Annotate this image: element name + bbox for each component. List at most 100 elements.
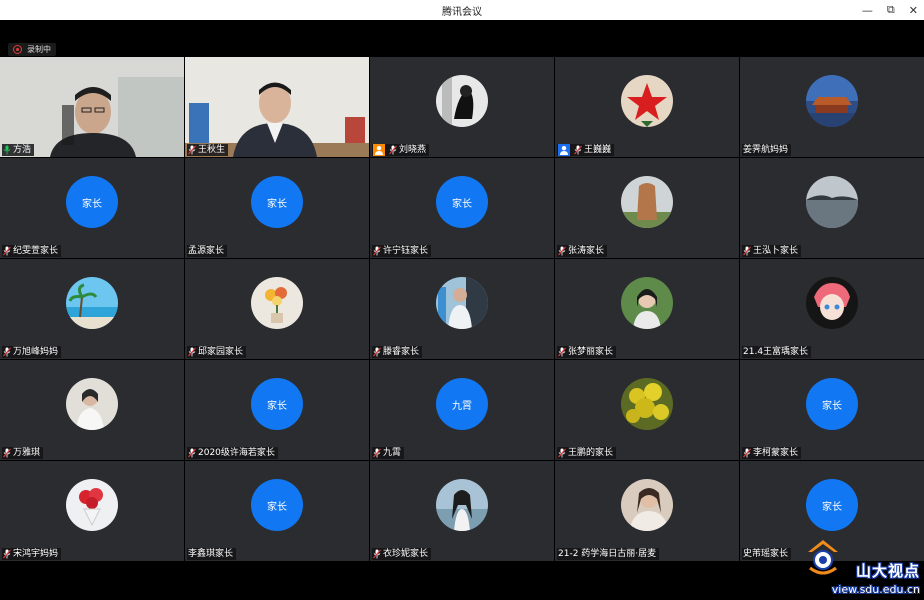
mic-muted-icon bbox=[373, 448, 381, 458]
participant-nameplate: 2020级许海若家长 bbox=[187, 447, 278, 459]
participant-name: 史芾瑶家长 bbox=[743, 549, 789, 559]
avatar bbox=[251, 277, 303, 329]
participant-nameplate: 21.4王富瑀家长 bbox=[742, 346, 812, 358]
mic-muted-icon bbox=[389, 145, 397, 155]
window-controls: — ⧉ ✕ bbox=[862, 0, 918, 20]
mic-muted-icon bbox=[373, 246, 381, 256]
mic-muted-icon bbox=[3, 347, 11, 357]
participant-nameplate: 滕睿家长 bbox=[372, 346, 423, 358]
participant-name: 2020级许海若家长 bbox=[198, 448, 275, 458]
mic-muted-icon bbox=[3, 246, 11, 256]
participant-tile[interactable]: 家长 孟源家长 bbox=[185, 158, 369, 258]
participant-tile[interactable]: 万雅琪 bbox=[0, 360, 184, 460]
participant-nameplate: 姜霁航妈妈 bbox=[742, 144, 792, 156]
participant-tile[interactable]: 21.4王富瑀家长 bbox=[740, 259, 924, 359]
participant-nameplate: 王鹏的家长 bbox=[557, 447, 617, 459]
top-toolbar-area bbox=[0, 20, 924, 57]
participant-nameplate: 宋鸿宇妈妈 bbox=[2, 548, 62, 560]
participant-name: 21.4王富瑀家长 bbox=[743, 347, 809, 357]
watermark-url: view.sdu.edu.cn bbox=[831, 583, 920, 596]
participant-name: 刘晓燕 bbox=[399, 145, 427, 155]
participant-nameplate: 九霄 bbox=[372, 447, 405, 459]
participant-tile[interactable]: 衣珍妮家长 bbox=[370, 461, 554, 561]
participant-name: 张涛家长 bbox=[568, 246, 605, 256]
participant-tile[interactable]: 王泓卜家长 bbox=[740, 158, 924, 258]
participant-tile[interactable]: 邱家园家长 bbox=[185, 259, 369, 359]
recording-indicator[interactable]: 录制中 bbox=[8, 43, 56, 56]
participant-name: 滕睿家长 bbox=[383, 347, 420, 357]
participant-nameplate: 李柯蒙家长 bbox=[742, 447, 802, 459]
avatar: 家长 bbox=[251, 378, 303, 430]
mic-muted-icon bbox=[558, 347, 566, 357]
participant-tile[interactable]: 王鹏的家长 bbox=[555, 360, 739, 460]
avatar bbox=[806, 75, 858, 127]
participant-name: 王秋生 bbox=[198, 145, 226, 155]
participant-nameplate: 王秋生 bbox=[187, 144, 229, 156]
participant-name: 孟源家长 bbox=[188, 246, 225, 256]
avatar bbox=[66, 277, 118, 329]
title-bar: 腾讯会议 — ⧉ ✕ bbox=[0, 0, 924, 20]
avatar bbox=[806, 277, 858, 329]
participant-name: 王鹏的家长 bbox=[568, 448, 614, 458]
participant-tile[interactable]: 姜霁航妈妈 bbox=[740, 57, 924, 157]
participant-name: 21-2 药学海日古丽·居麦 bbox=[558, 549, 657, 559]
participant-nameplate: 方浩 bbox=[2, 144, 35, 156]
sdu-logo-icon bbox=[808, 540, 838, 575]
participant-nameplate: 刘晓燕 bbox=[372, 144, 430, 156]
participant-video bbox=[185, 57, 369, 157]
participant-nameplate: 王巍巍 bbox=[557, 144, 615, 156]
participant-nameplate: 史芾瑶家长 bbox=[742, 548, 792, 560]
mic-muted-icon bbox=[188, 448, 196, 458]
participant-nameplate: 张涛家长 bbox=[557, 245, 608, 257]
minimize-button[interactable]: — bbox=[862, 4, 873, 17]
participant-video bbox=[0, 57, 184, 157]
participant-name: 纪雯萱家长 bbox=[13, 246, 59, 256]
participant-tile[interactable]: 方浩 bbox=[0, 57, 184, 157]
participant-tile[interactable]: 21-2 药学海日古丽·居麦 bbox=[555, 461, 739, 561]
participant-tile[interactable]: 王巍巍 bbox=[555, 57, 739, 157]
close-button[interactable]: ✕ bbox=[909, 4, 918, 17]
participant-grid: 方浩 王秋生 刘晓燕 王巍巍 姜霁航妈妈 家长 纪雯萱家长 家长 孟源家长 家长 许宁钰家长 张涛家长… bbox=[0, 57, 924, 562]
mic-muted-icon bbox=[574, 145, 582, 155]
mic-muted-icon bbox=[188, 145, 196, 155]
recording-label: 录制中 bbox=[27, 45, 51, 54]
participant-tile[interactable]: 王秋生 bbox=[185, 57, 369, 157]
mic-muted-icon bbox=[373, 549, 381, 559]
participant-tile[interactable]: 九霄 九霄 bbox=[370, 360, 554, 460]
participant-tile[interactable]: 万旭峰妈妈 bbox=[0, 259, 184, 359]
participant-name: 李柯蒙家长 bbox=[753, 448, 799, 458]
mic-muted-icon bbox=[373, 347, 381, 357]
participant-name: 万雅琪 bbox=[13, 448, 41, 458]
mic-muted-icon bbox=[558, 246, 566, 256]
participant-name: 姜霁航妈妈 bbox=[743, 145, 789, 155]
participant-tile[interactable]: 张涛家长 bbox=[555, 158, 739, 258]
participant-nameplate: 孟源家长 bbox=[187, 245, 228, 257]
mic-active-icon bbox=[3, 145, 11, 155]
participant-tile[interactable]: 家长李柯蒙家长 bbox=[740, 360, 924, 460]
avatar bbox=[621, 378, 673, 430]
participant-tile[interactable]: 滕睿家长 bbox=[370, 259, 554, 359]
avatar bbox=[66, 378, 118, 430]
avatar: 家长 bbox=[436, 176, 488, 228]
participant-nameplate: 万旭峰妈妈 bbox=[2, 346, 62, 358]
bottom-area bbox=[0, 562, 924, 600]
avatar: 家长 bbox=[806, 378, 858, 430]
participant-tile[interactable]: 刘晓燕 bbox=[370, 57, 554, 157]
participant-nameplate: 李鑫琪家长 bbox=[187, 548, 237, 560]
participant-tile[interactable]: 家长 纪雯萱家长 bbox=[0, 158, 184, 258]
avatar bbox=[436, 75, 488, 127]
avatar: 家长 bbox=[806, 479, 858, 531]
participant-tile[interactable]: 家长 李鑫琪家长 bbox=[185, 461, 369, 561]
host-icon bbox=[373, 144, 385, 156]
participant-nameplate: 衣珍妮家长 bbox=[372, 548, 432, 560]
mic-muted-icon bbox=[3, 549, 11, 559]
participant-tile[interactable]: 家长 2020级许海若家长 bbox=[185, 360, 369, 460]
participant-tile[interactable]: 家长 许宁钰家长 bbox=[370, 158, 554, 258]
avatar: 九霄 bbox=[436, 378, 488, 430]
participant-tile[interactable]: 宋鸿宇妈妈 bbox=[0, 461, 184, 561]
participant-name: 邱家园家长 bbox=[198, 347, 244, 357]
mic-muted-icon bbox=[188, 347, 196, 357]
participant-tile[interactable]: 张梦丽家长 bbox=[555, 259, 739, 359]
window-title: 腾讯会议 bbox=[442, 6, 482, 18]
restore-button[interactable]: ⧉ bbox=[887, 3, 895, 17]
